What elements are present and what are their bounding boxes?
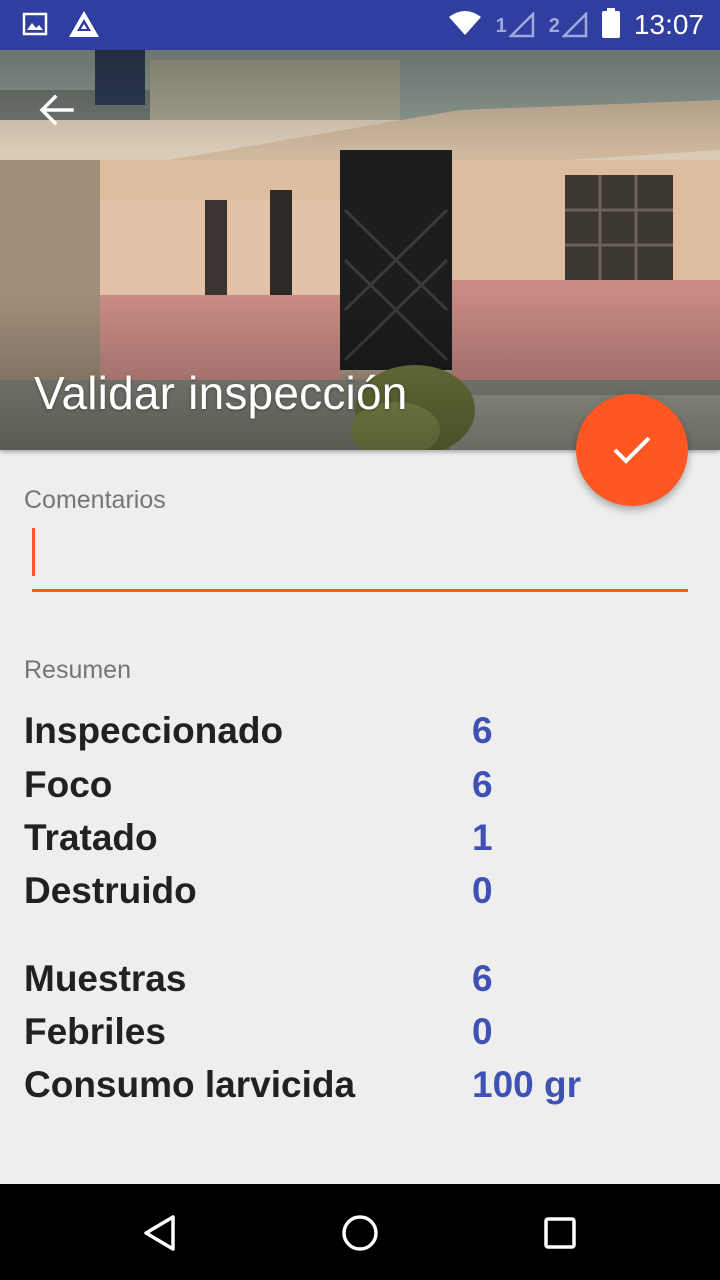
system-nav-bar xyxy=(0,1184,720,1280)
summary-row-value: 6 xyxy=(472,710,493,751)
image-icon xyxy=(22,11,48,42)
wifi-icon xyxy=(448,10,482,41)
nav-recents-button[interactable] xyxy=(535,1208,585,1258)
comments-label: Comentarios xyxy=(24,486,166,514)
signal-icon xyxy=(508,12,535,38)
summary-row-label: Inspeccionado xyxy=(24,710,284,751)
page-title: Validar inspección xyxy=(34,367,408,419)
summary-row-muestras: Muestras 6 xyxy=(24,958,704,1008)
recents-square-icon xyxy=(544,1217,576,1249)
signal-sim2: 2 xyxy=(549,12,588,38)
summary-row-value: 1 xyxy=(472,817,493,858)
summary-row-label: Febriles xyxy=(24,1011,166,1052)
nav-home-button[interactable] xyxy=(335,1208,385,1258)
battery-icon xyxy=(601,7,620,43)
nav-back-button[interactable] xyxy=(135,1208,185,1258)
comments-input[interactable] xyxy=(32,526,688,592)
summary-row-label: Muestras xyxy=(24,958,187,999)
summary-row-label: Foco xyxy=(24,764,113,805)
summary-row-tratado: Tratado 1 xyxy=(24,817,704,867)
summary-row-value: 100 gr xyxy=(472,1064,582,1105)
back-triangle-icon xyxy=(144,1215,175,1251)
header-image: Validar inspección xyxy=(0,50,720,450)
confirm-fab-button[interactable] xyxy=(576,394,688,506)
summary-row-label: Tratado xyxy=(24,817,158,858)
summary-row-label: Consumo larvicida xyxy=(24,1064,356,1105)
summary-row-value: 6 xyxy=(472,958,493,999)
summary-row-inspeccionado: Inspeccionado 6 xyxy=(24,710,704,760)
text-cursor xyxy=(32,528,35,576)
sim1-label: 1 xyxy=(495,15,507,37)
summary-row-label: Destruido xyxy=(24,870,197,911)
signal-sim1: 1 xyxy=(496,12,535,38)
summary-row-febriles: Febriles 0 xyxy=(24,1011,704,1061)
summary-row-value: 6 xyxy=(472,764,493,805)
home-circle-icon xyxy=(342,1215,378,1251)
status-time: 13:07 xyxy=(633,9,704,40)
arrow-back-icon xyxy=(39,94,74,126)
app-logo-icon xyxy=(68,10,100,43)
summary-row-value: 0 xyxy=(472,870,493,911)
summary-row-consumo-larvicida: Consumo larvicida 100 gr xyxy=(24,1064,704,1114)
back-button[interactable] xyxy=(28,82,84,138)
summary-row-value: 0 xyxy=(472,1011,493,1052)
status-bar: 1 2 13:07 xyxy=(0,0,720,50)
summary-row-destruido: Destruido 0 xyxy=(24,870,704,920)
sim2-label: 2 xyxy=(548,15,560,37)
summary-row-foco: Foco 6 xyxy=(24,764,704,814)
signal-icon xyxy=(561,12,588,38)
summary-label: Resumen xyxy=(24,656,131,684)
check-icon xyxy=(613,436,651,464)
